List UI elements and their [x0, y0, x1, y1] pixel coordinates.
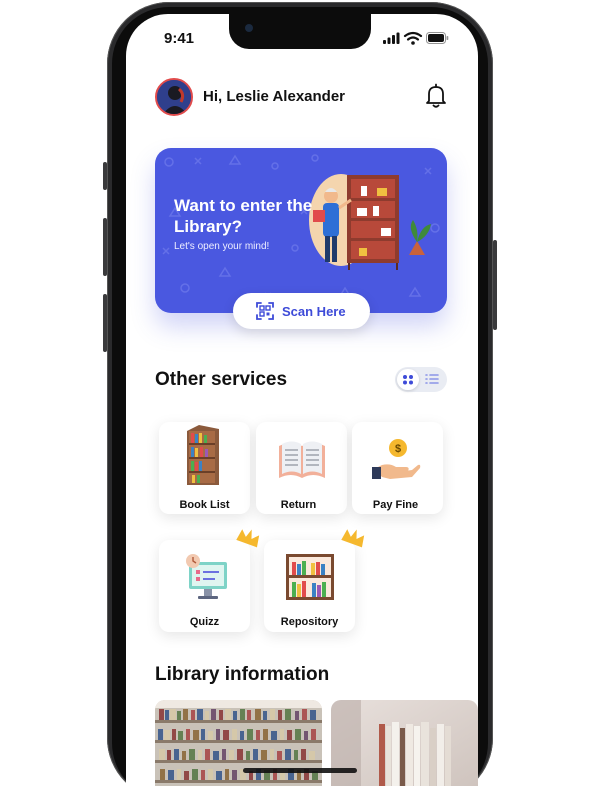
service-label-repository: Repository [280, 616, 339, 628]
qr-scan-icon [256, 302, 274, 320]
books-photo [331, 700, 478, 786]
other-services-title: Other services [155, 369, 288, 390]
open-book-icon [279, 441, 325, 478]
bookshelves-photo [155, 700, 322, 786]
service-label-return: Return [280, 499, 317, 511]
wifi-icon [403, 31, 423, 45]
avatar[interactable] [155, 78, 193, 116]
signal-icon [383, 32, 400, 44]
battery-icon [426, 32, 449, 44]
volume-up-button [103, 218, 107, 276]
banner-subtitle: Let's open your mind! [174, 241, 270, 252]
list-view-icon[interactable] [425, 373, 439, 385]
volume-down-button [103, 294, 107, 352]
status-time: 9:41 [164, 30, 195, 47]
banner-title: Want to enter the Library? [174, 196, 313, 236]
service-label-book-list: Book List [179, 499, 230, 511]
library-info-card[interactable] [331, 700, 478, 786]
notification-bell-icon[interactable] [424, 83, 448, 109]
power-button [493, 240, 497, 330]
mute-switch [103, 162, 107, 190]
library-info-card[interactable] [155, 700, 322, 786]
status-icons [383, 31, 449, 45]
svg-text:$: $ [395, 443, 401, 455]
service-label-pay-fine: Pay Fine [372, 499, 419, 511]
grid-view-icon [403, 375, 413, 385]
repository-shelf-icon [286, 554, 334, 600]
front-camera [245, 24, 253, 32]
scan-here-label: Scan Here [282, 304, 346, 319]
service-label-quizz: Quizz [189, 616, 220, 628]
home-indicator[interactable] [243, 768, 357, 773]
greeting-text: Hi, Leslie Alexander [203, 88, 346, 105]
librarian-illustration [309, 174, 431, 270]
grid-view-button[interactable] [397, 369, 419, 390]
quiz-monitor-icon [186, 554, 227, 599]
pay-fine-icon: $ [372, 439, 421, 479]
bookshelf-icon [187, 425, 219, 485]
library-info-title: Library information [155, 664, 330, 685]
